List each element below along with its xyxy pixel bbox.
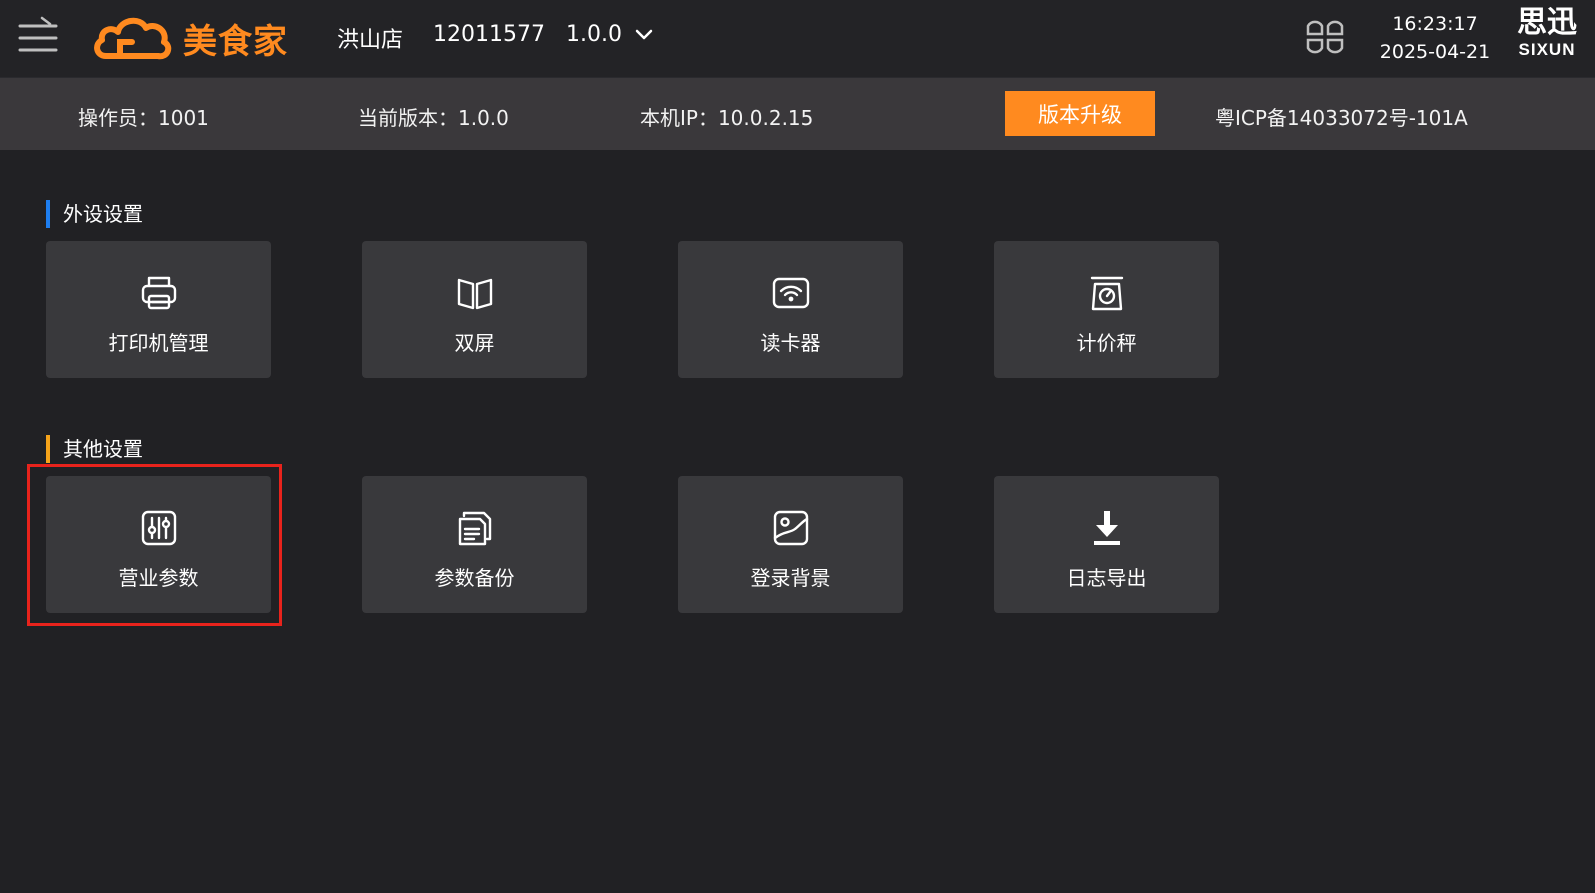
card-reader-icon (772, 277, 810, 309)
tile-login-background[interactable]: 登录背景 (678, 476, 903, 613)
dual-screen-icon (457, 278, 493, 310)
tile-label: 登录背景 (750, 566, 831, 590)
tile-label: 参数备份 (434, 566, 515, 590)
top-header: 美食家 洪山店 12011577 1.0.0 16:23:17 2025-04-… (0, 0, 1595, 78)
backup-icon (458, 511, 492, 546)
tile-label: 读卡器 (760, 331, 821, 355)
apps-grid-icon[interactable] (1302, 14, 1348, 60)
current-version-info: 当前版本：1.0.0 (358, 106, 509, 130)
app-logo-text: 美食家 (183, 22, 288, 62)
chevron-down-icon (635, 29, 653, 40)
tile-label: 计价秤 (1076, 331, 1137, 355)
tile-params-backup[interactable]: 参数备份 (362, 476, 587, 613)
version-value: 1.0.0 (566, 22, 622, 47)
clock-time: 16:23:17 (1392, 13, 1478, 35)
tile-label: 双屏 (454, 331, 495, 355)
tile-label: 打印机管理 (108, 331, 209, 355)
clock-date: 2025-04-21 (1379, 41, 1491, 63)
tile-log-export[interactable]: 日志导出 (994, 476, 1219, 613)
store-id: 12011577 (433, 22, 545, 47)
brand-logo: 思迅 SIXUN (1505, 6, 1589, 60)
image-icon (773, 510, 809, 546)
tile-card-reader[interactable]: 读卡器 (678, 241, 903, 378)
tile-label: 营业参数 (118, 566, 199, 590)
brand-name-cn: 思迅 (1517, 5, 1577, 40)
store-name: 洪山店 (337, 28, 404, 53)
cloud-logo-icon (92, 12, 172, 62)
sliders-icon (141, 510, 177, 546)
tile-price-scale[interactable]: 计价秤 (994, 241, 1219, 378)
info-bar: 操作员：1001 当前版本：1.0.0 本机IP：10.0.2.15 版本升级 … (0, 78, 1595, 150)
upgrade-version-button[interactable]: 版本升级 (1005, 91, 1155, 136)
brand-name-en: SIXUN (1518, 40, 1576, 59)
tile-printer-management[interactable]: 打印机管理 (46, 241, 271, 378)
menu-icon[interactable] (16, 14, 62, 60)
section-title-other: 其他设置 (46, 435, 143, 463)
section-title-text: 外设设置 (63, 202, 143, 226)
section-title-text: 其他设置 (63, 437, 143, 461)
tile-label: 日志导出 (1066, 566, 1147, 590)
section-title-peripherals: 外设设置 (46, 200, 143, 228)
tile-business-params[interactable]: 营业参数 (46, 476, 271, 613)
operator-info: 操作员：1001 (78, 106, 209, 130)
printer-icon (141, 276, 177, 310)
tile-dual-screen[interactable]: 双屏 (362, 241, 587, 378)
local-ip-info: 本机IP：10.0.2.15 (640, 106, 814, 130)
version-dropdown[interactable]: 1.0.0 (566, 22, 653, 47)
icp-record: 粤ICP备14033072号-101A (1215, 106, 1468, 130)
section-accent-bar (46, 435, 50, 463)
download-icon (1094, 511, 1120, 545)
section-accent-bar (46, 200, 50, 228)
scale-icon (1090, 276, 1124, 311)
datetime: 16:23:17 2025-04-21 (1376, 10, 1494, 66)
